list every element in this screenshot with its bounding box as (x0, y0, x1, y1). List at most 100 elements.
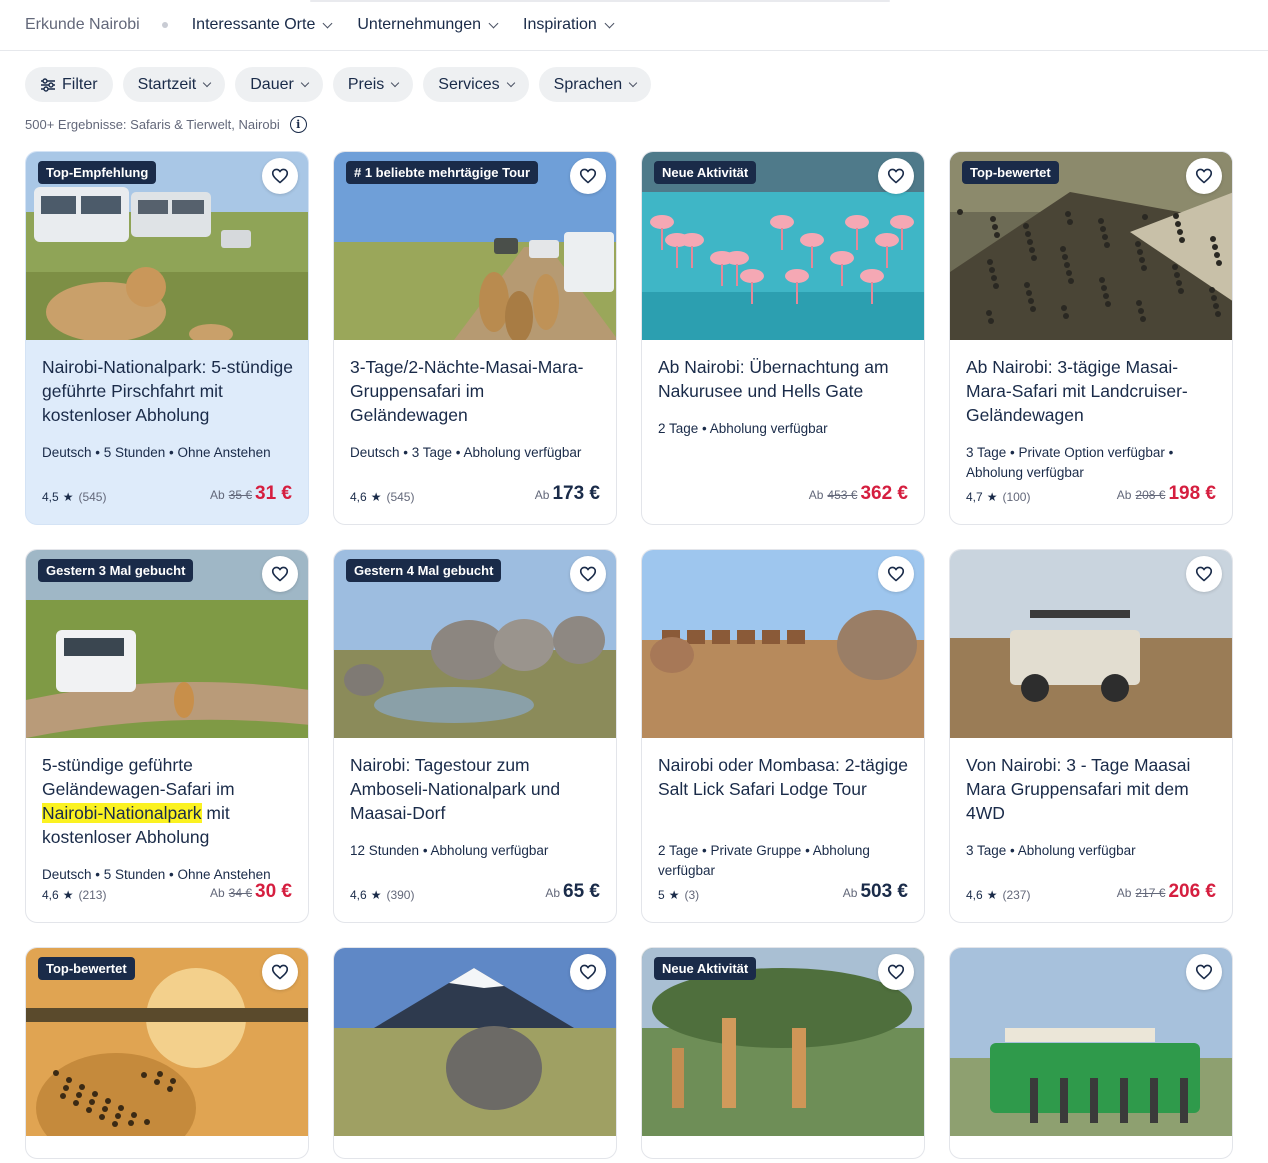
card-title[interactable]: Ab Nairobi: Übernachtung am Nakurusee un… (658, 355, 914, 403)
current-price: 362 € (860, 483, 908, 504)
filter-dropdown-label: Dauer (250, 75, 294, 93)
current-price: 31 € (255, 483, 292, 504)
filter-bar: Filter Startzeit Dauer Preis Services Sp… (25, 67, 652, 102)
activity-card[interactable]: Neue Aktivität (641, 947, 925, 1159)
activity-image[interactable] (642, 550, 924, 738)
activity-card[interactable]: Gestern 4 Mal gebucht Nairobi: Tagestour … (333, 549, 617, 923)
rating-value: 4,6 (350, 888, 367, 902)
rating-value: 4,6 (966, 888, 983, 902)
card-title[interactable]: 3-Tage/2-Nächte-Masai-Mara-Gruppensafari… (350, 355, 606, 427)
rating: 4,6 ★ (545) (350, 490, 414, 504)
activity-card[interactable]: Gestern 3 Mal gebucht 5-stündige geführte… (25, 549, 309, 923)
filter-dauer[interactable]: Dauer (235, 67, 323, 102)
price-prefix: Ab (842, 886, 858, 900)
star-icon: ★ (62, 888, 74, 902)
activity-image[interactable]: Gestern 4 Mal gebucht (334, 550, 616, 738)
chevron-down-icon (300, 78, 310, 87)
activity-card[interactable] (333, 947, 617, 1159)
card-title[interactable]: Nairobi: Tagestour zum Amboseli-National… (350, 753, 606, 825)
info-icon[interactable]: i (289, 116, 307, 133)
filter-dropdown-label: Preis (347, 75, 385, 93)
card-title[interactable]: Nairobi oder Mombasa: 2-tägige Salt Lick… (658, 753, 914, 801)
card-meta: 3 Tage • Private Option verfügbar • Abho… (966, 445, 1174, 480)
card-title[interactable]: Ab Nairobi: 3-tägige Masai-Mara-Safari m… (966, 355, 1222, 427)
activity-image[interactable]: Gestern 3 Mal gebucht (26, 550, 308, 738)
activity-image[interactable] (950, 948, 1232, 1136)
review-count: (100) (1002, 490, 1031, 504)
activity-image[interactable]: Neue Aktivität (642, 152, 924, 340)
nav-inspiration[interactable]: Inspiration (523, 16, 615, 34)
activity-card[interactable] (949, 947, 1233, 1159)
filter-services[interactable]: Services (423, 67, 529, 102)
sliders-icon (41, 77, 55, 92)
wishlist-heart-icon[interactable] (570, 954, 606, 990)
activity-card[interactable]: Top-bewertet (25, 947, 309, 1159)
card-badge: Gestern 3 Mal gebucht (38, 559, 194, 582)
chevron-down-icon (203, 78, 212, 87)
review-count: (213) (78, 888, 107, 902)
activity-card[interactable]: Neue Aktivität Ab Nairobi: Übernachtung a… (641, 151, 925, 525)
card-badge: Top-bewertet (962, 161, 1059, 184)
price-prefix: Ab (808, 488, 824, 502)
nav-unternehmungen[interactable]: Unternehmungen (357, 16, 499, 34)
current-price: 65 € (563, 881, 600, 902)
wishlist-heart-icon[interactable] (878, 556, 914, 592)
price-prefix: Ab (545, 886, 561, 900)
filter-dropdown-label: Services (438, 75, 500, 93)
wishlist-heart-icon[interactable] (1186, 158, 1222, 194)
filter-button[interactable]: Filter (25, 67, 113, 102)
card-meta: 12 Stunden • Abholung verfügbar (350, 843, 549, 858)
activity-image[interactable]: Top-Empfehlung (26, 152, 308, 340)
highlighted-text: Nairobi-Nationalpark (42, 803, 202, 823)
wishlist-heart-icon[interactable] (262, 158, 298, 194)
activity-image[interactable] (950, 550, 1232, 738)
card-meta: 2 Tage • Abholung verfügbar (658, 421, 828, 436)
price: Ab 35 €31 € (210, 483, 292, 505)
title-text: 5-stündige geführte Geländewagen-Safari … (42, 755, 235, 799)
activity-image[interactable]: # 1 beliebte mehrtägige Tour (334, 152, 616, 340)
chevron-down-icon (488, 18, 499, 28)
chevron-down-icon (628, 78, 638, 87)
card-badge: Top-Empfehlung (38, 161, 157, 184)
wishlist-heart-icon[interactable] (878, 954, 914, 990)
current-price: 198 € (1168, 483, 1216, 504)
filter-dropdown-label: Startzeit (137, 75, 197, 93)
activity-image[interactable]: Top-bewertet (26, 948, 308, 1136)
price: Ab 217 €206 € (1117, 881, 1216, 903)
activity-card[interactable]: Nairobi oder Mombasa: 2-tägige Salt Lick… (641, 549, 925, 923)
wishlist-heart-icon[interactable] (1186, 954, 1222, 990)
rating: 5 ★ (3) (658, 888, 699, 902)
old-price: 34 € (228, 886, 253, 900)
wishlist-heart-icon[interactable] (262, 556, 298, 592)
rating-value: 4,5 (42, 490, 59, 504)
filter-preis[interactable]: Preis (332, 67, 414, 102)
activity-card[interactable]: Top-bewertet Ab Nairobi: 3-tägige Masai-M… (949, 151, 1233, 525)
filter-startzeit[interactable]: Startzeit (122, 67, 226, 102)
chevron-down-icon (506, 78, 515, 87)
wishlist-heart-icon[interactable] (570, 158, 606, 194)
review-count: (390) (386, 888, 415, 902)
explore-title: Erkunde Nairobi (25, 16, 140, 33)
wishlist-heart-icon[interactable] (1186, 556, 1222, 592)
nav-interessante-orte[interactable]: Interessante Orte (192, 16, 333, 34)
card-title[interactable]: 5-stündige geführte Geländewagen-Safari … (42, 753, 298, 849)
wishlist-heart-icon[interactable] (878, 158, 914, 194)
activity-card[interactable]: Top-Empfehlung Nairobi-Nationalpark: 5-st… (25, 151, 309, 525)
wishlist-heart-icon[interactable] (262, 954, 298, 990)
price-prefix: Ab (1116, 488, 1132, 502)
activity-image[interactable]: Neue Aktivität (642, 948, 924, 1136)
activity-card[interactable]: # 1 beliebte mehrtägige Tour 3-Tage/2-Näc… (333, 151, 617, 525)
activity-card[interactable]: Von Nairobi: 3 - Tage Maasai Mara Gruppe… (949, 549, 1233, 923)
card-title[interactable]: Nairobi-Nationalpark: 5-stündige geführt… (42, 355, 298, 427)
activity-image[interactable] (334, 948, 616, 1136)
card-badge: Gestern 4 Mal gebucht (346, 559, 502, 582)
activity-image[interactable]: Top-bewertet (950, 152, 1232, 340)
card-title[interactable]: Von Nairobi: 3 - Tage Maasai Mara Gruppe… (966, 753, 1222, 825)
review-count: (237) (1002, 888, 1031, 902)
chevron-down-icon (391, 78, 400, 87)
star-icon: ★ (668, 888, 680, 902)
filter-sprachen[interactable]: Sprachen (538, 67, 652, 102)
wishlist-heart-icon[interactable] (570, 556, 606, 592)
rating: 4,6 ★ (213) (42, 888, 106, 902)
activity-grid: Top-Empfehlung Nairobi-Nationalpark: 5-st… (25, 151, 1233, 1159)
